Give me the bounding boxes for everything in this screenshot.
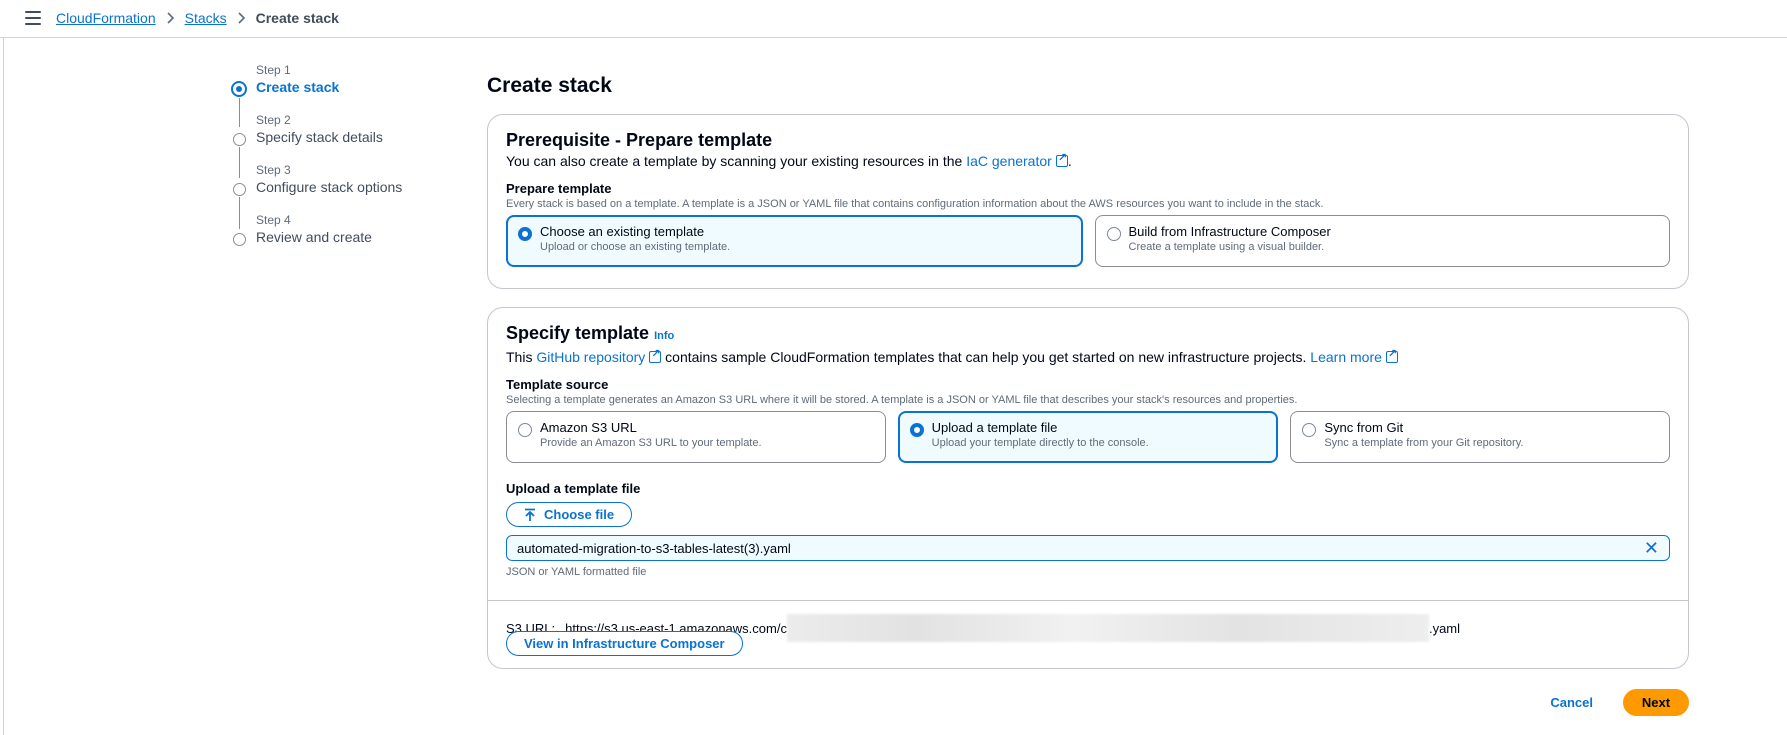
close-icon[interactable]: ✕	[1644, 539, 1659, 557]
wizard-step-1[interactable]: Step 1 Create stack	[230, 62, 480, 112]
specify-template-description: This GitHub repository contains sample C…	[506, 347, 1670, 365]
template-source-label: Template source	[506, 377, 609, 392]
next-button[interactable]: Next	[1623, 689, 1689, 716]
chevron-right-icon	[166, 12, 175, 24]
file-format-hint: JSON or YAML formatted file	[506, 566, 647, 578]
radio-selected-icon	[518, 227, 532, 241]
template-source-description: Selecting a template generates an Amazon…	[506, 394, 1298, 406]
external-link-icon	[1055, 151, 1068, 167]
breadcrumb-cloudformation[interactable]: CloudFormation	[56, 10, 156, 26]
template-source-options: Amazon S3 URL Provide an Amazon S3 URL t…	[506, 411, 1671, 463]
breadcrumb-current: Create stack	[255, 10, 339, 26]
info-link[interactable]: Info	[654, 330, 674, 342]
view-in-composer-button[interactable]: View in Infrastructure Composer	[506, 631, 743, 656]
top-navigation: CloudFormation Stacks Create stack	[0, 0, 1787, 38]
side-navigation-rail	[0, 38, 4, 735]
s3-url-suffix: .yaml	[1428, 620, 1461, 636]
external-link-icon	[1385, 347, 1398, 363]
radio-icon	[1106, 227, 1121, 241]
radio-icon	[518, 423, 532, 437]
breadcrumb: CloudFormation Stacks Create stack	[56, 10, 339, 26]
option-amazon-s3-url[interactable]: Amazon S3 URL Provide an Amazon S3 URL t…	[506, 411, 886, 463]
prepare-template-options: Choose an existing template Upload or ch…	[506, 215, 1670, 267]
wizard-step-4[interactable]: Step 4 Review and create	[230, 212, 480, 262]
radio-selected-icon	[909, 423, 924, 437]
selected-file-field[interactable]: automated-migration-to-s3-tables-latest(…	[506, 535, 1670, 561]
redacted-region	[786, 614, 1429, 642]
iac-generator-link[interactable]: IaC generator	[966, 153, 1052, 169]
upload-template-label: Upload a template file	[506, 481, 641, 496]
menu-icon[interactable]	[25, 11, 41, 25]
selected-file-name: automated-migration-to-s3-tables-latest(…	[517, 540, 791, 556]
wizard-step-2[interactable]: Step 2 Specify stack details	[230, 112, 480, 162]
chevron-right-icon	[237, 12, 246, 24]
prerequisite-description: You can also create a template by scanni…	[506, 151, 1670, 169]
step-indicator-icon	[233, 183, 246, 196]
step-indicator-icon	[233, 133, 246, 146]
external-link-icon	[649, 347, 662, 363]
specify-template-title: Specify template Info	[506, 323, 675, 343]
prerequisite-title: Prerequisite - Prepare template	[506, 130, 773, 150]
choose-file-button[interactable]: Choose file	[506, 502, 633, 527]
learn-more-link[interactable]: Learn more	[1310, 349, 1382, 365]
prepare-template-label: Prepare template	[506, 181, 612, 196]
option-choose-existing-template[interactable]: Choose an existing template Upload or ch…	[506, 215, 1083, 267]
wizard-steps: Step 1 Create stack Step 2 Specify stack…	[230, 62, 480, 262]
page-title: Create stack	[487, 74, 612, 97]
github-repository-link[interactable]: GitHub repository	[536, 349, 645, 365]
option-upload-template-file[interactable]: Upload a template file Upload your templ…	[897, 411, 1279, 463]
prerequisite-panel: Prerequisite - Prepare template You can …	[487, 114, 1689, 289]
option-sync-from-git[interactable]: Sync from Git Sync a template from your …	[1290, 411, 1671, 463]
specify-template-panel: Specify template Info This GitHub reposi…	[487, 307, 1689, 669]
prepare-template-description: Every stack is based on a template. A te…	[506, 198, 1324, 210]
upload-icon	[525, 508, 535, 521]
cancel-button[interactable]: Cancel	[1550, 695, 1593, 710]
divider	[488, 600, 1688, 601]
breadcrumb-stacks[interactable]: Stacks	[185, 10, 227, 26]
wizard-actions: Cancel Next	[1550, 689, 1689, 716]
radio-icon	[1302, 423, 1317, 437]
wizard-step-3[interactable]: Step 3 Configure stack options	[230, 162, 480, 212]
step-indicator-icon	[231, 81, 247, 97]
step-indicator-icon	[233, 233, 246, 246]
option-build-from-composer[interactable]: Build from Infrastructure Composer Creat…	[1094, 215, 1670, 267]
